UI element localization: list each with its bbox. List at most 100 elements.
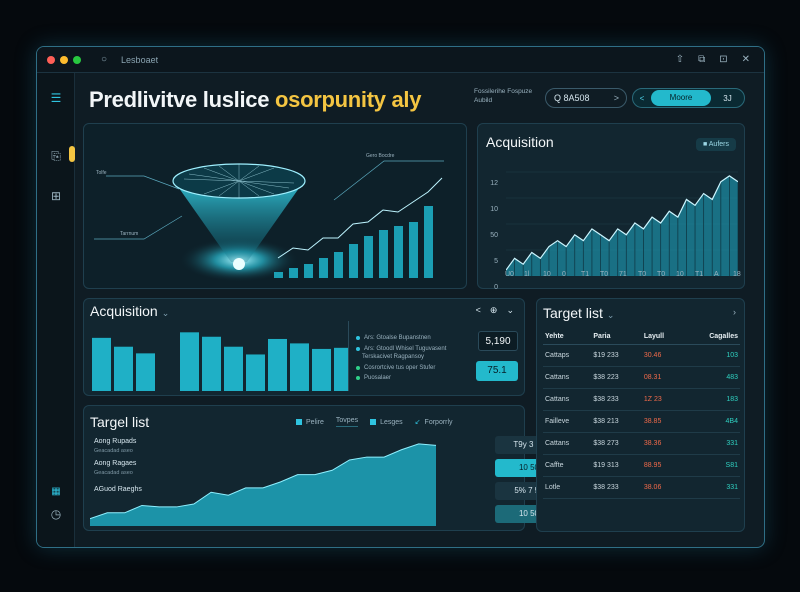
- sidebar: ☰ ⎘ ⊞ ▦ ◷: [37, 73, 75, 547]
- y-tick-label: 10: [490, 206, 498, 213]
- maximize-window-button[interactable]: [73, 55, 81, 64]
- row-cagalles: 183: [683, 388, 740, 411]
- legend-item-4: Cosrortcive tus oper Stufer: [356, 365, 435, 371]
- toggle-left[interactable]: <: [633, 94, 651, 103]
- column-header[interactable]: Layull: [641, 329, 684, 345]
- tab-pelire[interactable]: Pelire: [296, 419, 324, 426]
- y-tick-label: 5: [494, 258, 498, 265]
- table-header-row: Yehte Paria Layull Cagalles: [543, 329, 740, 345]
- column-header[interactable]: Yehte: [543, 329, 592, 345]
- chart-icon[interactable]: ⊞: [49, 189, 63, 203]
- legend-item-2: Ars: Gtoodl Whisel Tuguvasent: [356, 346, 446, 352]
- row-layull: 38.85: [641, 410, 684, 433]
- acquisition-panel-top: Acquisition ■ Aufers 12 10 50 5 0 U0 1l 10 0 T1 T0…: [477, 123, 745, 291]
- tab-forporrly[interactable]: ↙ Forporrly: [415, 418, 453, 426]
- acquisition-bar: [312, 348, 331, 391]
- acquisition-bar: [180, 332, 199, 391]
- row-name: Failleve: [543, 410, 592, 433]
- x-tick-label: 10: [543, 271, 551, 278]
- x-tick-label: T0: [600, 271, 609, 278]
- column-header[interactable]: Paria: [591, 329, 642, 345]
- hero-light-point: [233, 258, 245, 270]
- row-cagalles: 103: [683, 344, 740, 367]
- x-tick-label: T1: [581, 271, 590, 278]
- acquisition-mid-title-text: Acquisition: [90, 303, 158, 319]
- divider: [348, 321, 349, 391]
- target-list-title: Targel list: [90, 414, 150, 430]
- target-list-panel: Targel list Pelire Tovpes Lesges ↙ Forpor…: [83, 405, 563, 531]
- toggle-active[interactable]: Moore: [651, 90, 711, 106]
- hero-bar: [409, 222, 418, 278]
- acquisition-bar: [334, 347, 348, 391]
- row-cagalles: 483: [683, 366, 740, 389]
- acquisition-badge[interactable]: ■ Aufers: [695, 138, 736, 151]
- header-note: Fossilerihe Fospuze Aubild: [474, 88, 533, 104]
- clipboard-icon[interactable]: ⎘: [49, 149, 63, 163]
- expand-icon[interactable]: ⌄: [506, 305, 514, 316]
- acquisition-controls: < ⊕ ⌄: [476, 305, 514, 316]
- view-toggle[interactable]: < Moore 3J: [632, 88, 745, 108]
- close-icon[interactable]: ✕: [742, 54, 750, 65]
- window-controls: ⇧ ⧉ ⊡ ✕: [676, 54, 750, 65]
- row-name: Cattaps: [543, 344, 592, 367]
- table-row[interactable]: Caffte $19 313 88.95 S81: [543, 454, 740, 477]
- prev-icon[interactable]: <: [476, 305, 481, 316]
- search-input[interactable]: Q 8A508 >: [545, 88, 627, 108]
- row-layull: 1Z 23: [641, 388, 684, 411]
- app-window: ○ Lesboaet ⇧ ⧉ ⊡ ✕ ☰ ⎘ ⊞ ▦ ◷ Predlivitve…: [36, 46, 765, 548]
- row-price: $38 233: [591, 476, 642, 499]
- row-name: Cattans: [543, 366, 592, 389]
- tab-lesges[interactable]: Lesges: [370, 419, 403, 426]
- target-area-chart: [90, 443, 437, 526]
- table-row[interactable]: Cattaps $19 233 30.46 103: [543, 344, 740, 367]
- close-window-button[interactable]: [47, 55, 55, 64]
- row-name: Cattans: [543, 388, 592, 411]
- share-icon[interactable]: ⇧: [676, 54, 684, 65]
- column-header[interactable]: Cagalles: [683, 329, 740, 345]
- clock-icon[interactable]: ◷: [49, 507, 63, 521]
- acquisition-bar: [136, 353, 155, 391]
- x-tick-label: T0: [657, 271, 666, 278]
- acquisition-bar: [268, 338, 287, 391]
- title-bar: ○ Lesboaet ⇧ ⧉ ⊡ ✕: [37, 47, 764, 73]
- target-list-right-panel: Target list ⌄ › Yehte Paria Layull Cagall…: [536, 298, 745, 532]
- hero-bar: [349, 244, 358, 278]
- row-price: $19 313: [591, 454, 642, 477]
- acquisition-panel-mid: Acquisition ⌄ < ⊕ ⌄ Ars: Gtoalse Bupanstn…: [83, 298, 525, 396]
- table-row[interactable]: Cattans $38 233 1Z 23 183: [543, 388, 740, 411]
- row-price: $38 233: [591, 388, 642, 411]
- reload-icon[interactable]: ○: [101, 54, 107, 65]
- tab-tovpes[interactable]: Tovpes: [335, 417, 359, 427]
- tabs-icon[interactable]: ⧉: [698, 54, 705, 65]
- menu-icon[interactable]: ☰: [49, 91, 63, 105]
- table-row[interactable]: Failleve $38 213 38.85 4B4: [543, 410, 740, 433]
- target-area: [90, 443, 436, 526]
- row-cagalles: 4B4: [683, 410, 740, 433]
- toggle-right[interactable]: 3J: [711, 94, 744, 103]
- x-tick-label: T1: [695, 271, 704, 278]
- grid-icon[interactable]: ▦: [49, 485, 63, 499]
- row-name: Caffte: [543, 454, 592, 477]
- y-tick-label: 0: [494, 284, 498, 291]
- minimize-window-button[interactable]: [60, 55, 68, 64]
- table-row[interactable]: Cattans $38 273 38.36 331: [543, 432, 740, 455]
- value-box-bottom[interactable]: 75.1: [476, 361, 518, 381]
- chevron-right-icon[interactable]: >: [614, 93, 619, 103]
- target-icon[interactable]: ⊕: [490, 305, 498, 316]
- layout-icon[interactable]: ⊡: [719, 54, 727, 65]
- hero-bar: [274, 272, 283, 278]
- chevron-right-icon[interactable]: ›: [733, 307, 736, 317]
- chevron-down-icon[interactable]: ⌄: [607, 310, 615, 320]
- table-row[interactable]: Lotle $38 233 38.06 331: [543, 476, 740, 499]
- table-row[interactable]: Cattans $38 223 08.31 483: [543, 366, 740, 389]
- acquisition-mid-title: Acquisition ⌄: [90, 303, 169, 319]
- x-tick-label: 10: [676, 271, 684, 278]
- chevron-down-icon[interactable]: ⌄: [162, 308, 170, 318]
- x-tick-label: A: [714, 271, 719, 278]
- row-name: Lotle: [543, 476, 592, 499]
- row-layull: 38.06: [641, 476, 684, 499]
- value-box-top: 5,190: [478, 331, 518, 351]
- row-layull: 30.46: [641, 344, 684, 367]
- x-tick-label: 0: [562, 271, 566, 278]
- hero-bar: [319, 258, 328, 278]
